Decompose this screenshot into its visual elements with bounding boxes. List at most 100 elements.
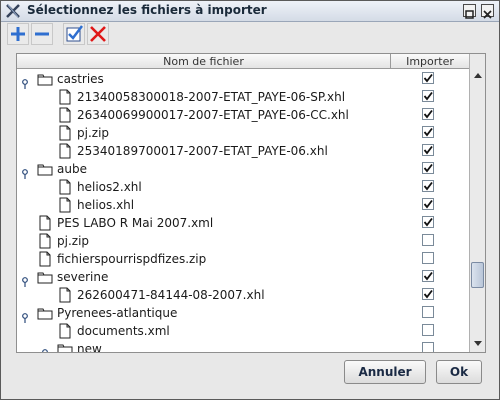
minus-icon: [35, 32, 49, 36]
folder-icon: [37, 305, 53, 321]
add-button[interactable]: [7, 23, 29, 45]
import-checkbox[interactable]: [422, 342, 434, 352]
cancel-button[interactable]: Annuler: [344, 360, 426, 384]
import-checkbox[interactable]: [422, 162, 434, 174]
scrollbar-thumb[interactable]: [471, 262, 484, 288]
tree-folder-row[interactable]: castries: [17, 69, 469, 89]
tree-folder-row[interactable]: severine: [17, 267, 469, 287]
file-icon: [37, 215, 53, 231]
tree-item-label: helios2.xhl: [77, 180, 142, 194]
file-icon: [57, 323, 73, 339]
scroll-down-arrow-icon[interactable]: [471, 336, 485, 350]
checkmark-icon: [423, 199, 433, 209]
import-checkbox[interactable]: [422, 252, 434, 264]
import-dialog-window: Sélectionnez les fichiers à importer Nom…: [0, 0, 500, 400]
import-checkbox[interactable]: [422, 198, 434, 210]
import-checkbox[interactable]: [422, 306, 434, 318]
tree-item-label: new: [77, 342, 102, 353]
file-icon: [57, 107, 73, 123]
app-icon: [6, 4, 20, 18]
tree-item-label: 26340069900017-2007-ETAT_PAYE-06-CC.xhl: [77, 108, 349, 122]
tree-item-label: Pyrenees-atlantique: [57, 306, 178, 320]
expand-handle-icon[interactable]: [21, 164, 29, 179]
checkmark-icon: [423, 163, 433, 173]
cross-icon: [90, 26, 106, 42]
expand-handle-icon[interactable]: [21, 74, 29, 89]
checkmark-icon: [423, 289, 433, 299]
maximize-button[interactable]: [463, 4, 476, 19]
scroll-up-arrow-icon[interactable]: [471, 69, 485, 83]
checkmark-icon: [423, 181, 433, 191]
tree-file-row[interactable]: 25340189700017-2007-ETAT_PAYE-06.xhl: [17, 141, 469, 159]
import-checkbox[interactable]: [422, 270, 434, 282]
title-bar[interactable]: Sélectionnez les fichiers à importer: [1, 1, 499, 22]
close-icon: [483, 10, 492, 19]
tree-item-label: aube: [57, 162, 87, 176]
tree-item-label: PES LABO R Mai 2007.xml: [57, 216, 214, 230]
import-checkbox[interactable]: [422, 180, 434, 192]
import-checkbox[interactable]: [422, 144, 434, 156]
tree-item-label: pj.zip: [57, 234, 90, 248]
vertical-scrollbar[interactable]: [469, 54, 485, 352]
import-checkbox[interactable]: [422, 216, 434, 228]
check-all-button[interactable]: [63, 23, 85, 45]
remove-button[interactable]: [31, 23, 53, 45]
folder-icon: [37, 161, 53, 177]
tree-item-label: castries: [57, 72, 104, 86]
tree-item-label: 25340189700017-2007-ETAT_PAYE-06.xhl: [77, 144, 328, 158]
ok-button[interactable]: Ok: [436, 360, 482, 384]
checkmark-icon: [423, 145, 433, 155]
close-button[interactable]: [481, 4, 494, 19]
expand-handle-icon[interactable]: [41, 344, 49, 352]
file-icon: [57, 179, 73, 195]
uncheck-all-button[interactable]: [87, 23, 109, 45]
tree-item-label: pj.zip: [77, 126, 110, 140]
tree-folder-row[interactable]: Pyrenees-atlantique: [17, 303, 469, 323]
import-checkbox[interactable]: [422, 90, 434, 102]
column-header-import[interactable]: Importer: [391, 54, 469, 69]
tree-item-label: 262600471-84144-08-2007.xhl: [77, 288, 265, 302]
file-icon: [37, 233, 53, 249]
tree-item-label: severine: [57, 270, 109, 284]
import-checkbox[interactable]: [422, 72, 434, 84]
tree-file-row[interactable]: 26340069900017-2007-ETAT_PAYE-06-CC.xhl: [17, 105, 469, 123]
import-checkbox[interactable]: [422, 234, 434, 246]
import-checkbox[interactable]: [422, 324, 434, 336]
checkmark-icon: [423, 109, 433, 119]
tree-item-label: fichierspourrispdfizes.zip: [57, 252, 207, 266]
column-header-name[interactable]: Nom de fichier: [17, 54, 391, 69]
expand-handle-icon[interactable]: [21, 308, 29, 323]
tree-file-row[interactable]: helios2.xhl: [17, 177, 469, 195]
window-title: Sélectionnez les fichiers à importer: [27, 3, 267, 17]
folder-icon: [57, 341, 73, 352]
tree-file-row[interactable]: pj.zip: [17, 123, 469, 141]
tree-file-row[interactable]: fichierspourrispdfizes.zip: [17, 249, 469, 267]
tree-file-row[interactable]: 262600471-84144-08-2007.xhl: [17, 285, 469, 303]
file-icon: [57, 287, 73, 303]
file-icon: [57, 197, 73, 213]
checkmark-icon: [423, 271, 433, 281]
tree-item-label: documents.xml: [77, 324, 170, 338]
tree-item-label: helios.xhl: [77, 198, 135, 212]
tree-file-row[interactable]: PES LABO R Mai 2007.xml: [17, 213, 469, 231]
import-checkbox[interactable]: [422, 126, 434, 138]
tree-folder-row[interactable]: new: [17, 339, 469, 353]
file-icon: [57, 125, 73, 141]
tree-file-row[interactable]: pj.zip: [17, 231, 469, 249]
file-icon: [57, 143, 73, 159]
checkmark-icon: [423, 217, 433, 227]
plus-icon: [11, 27, 25, 41]
folder-icon: [37, 71, 53, 87]
maximize-icon: [465, 10, 474, 19]
tree-folder-row[interactable]: aube: [17, 159, 469, 179]
tree-file-row[interactable]: helios.xhl: [17, 195, 469, 213]
import-checkbox[interactable]: [422, 288, 434, 300]
expand-handle-icon[interactable]: [21, 272, 29, 287]
file-tree-table: Nom de fichier Importer castries 21340058…: [16, 53, 486, 353]
file-icon: [37, 251, 53, 267]
folder-icon: [37, 269, 53, 285]
import-checkbox[interactable]: [422, 108, 434, 120]
tree-file-row[interactable]: 21340058300018-2007-ETAT_PAYE-06-SP.xhl: [17, 87, 469, 105]
tree-file-row[interactable]: documents.xml: [17, 321, 469, 339]
checkmark-icon: [423, 73, 433, 83]
